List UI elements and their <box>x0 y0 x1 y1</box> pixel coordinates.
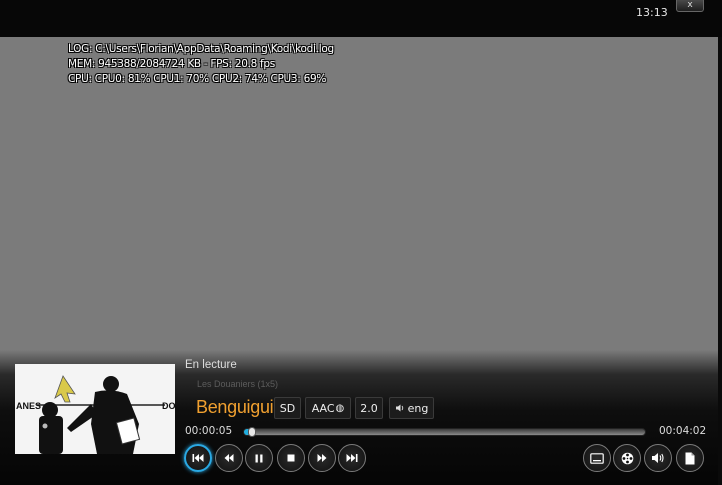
video-resolution-label: SD <box>279 401 296 415</box>
rewind-icon <box>224 454 234 462</box>
seek-bar[interactable] <box>243 427 646 437</box>
video-resolution-badge: SD <box>274 397 301 419</box>
debug-overlay: LOG: C:\Users\Florian\AppData\Roaming\Ko… <box>68 42 334 87</box>
fast-forward-button[interactable] <box>308 444 336 472</box>
fast-forward-icon <box>317 454 327 462</box>
thumbnail-text-left: ANES <box>16 401 41 411</box>
debug-mem-line: MEM: 945388/2084724 KB - FPS: 20.8 fps <box>68 58 275 70</box>
seek-bar-handle[interactable] <box>248 427 257 437</box>
audio-channels-badge: 2.0 <box>355 397 383 419</box>
previous-button[interactable] <box>184 444 212 472</box>
episode-title: Benguigui <box>196 397 274 417</box>
audio-channels-label: 2.0 <box>360 401 378 415</box>
elapsed-time: 00:00:05 <box>185 425 233 437</box>
close-button[interactable]: x <box>676 0 704 12</box>
audio-wave-icon: ◍ <box>335 402 345 414</box>
skip-next-icon <box>346 454 358 462</box>
top-bar: 13:13 x <box>0 0 722 37</box>
now-playing-label: En lecture <box>185 359 237 371</box>
stop-button[interactable] <box>277 444 305 472</box>
info-button[interactable] <box>676 444 704 472</box>
skip-previous-icon <box>192 454 204 462</box>
episode-thumbnail: ANES DO <box>15 364 175 454</box>
subtitles-button[interactable] <box>583 444 611 472</box>
window-edge <box>718 37 722 485</box>
audio-language-label: eng <box>407 401 429 415</box>
audio-codec-badge: AAC ◍ <box>305 397 351 419</box>
pause-button[interactable] <box>245 444 273 472</box>
show-episode-label: Les Douaniers (1x5) <box>197 379 279 389</box>
speaker-icon <box>652 453 664 463</box>
rewind-button[interactable] <box>215 444 243 472</box>
total-time: 00:04:02 <box>659 425 707 437</box>
pause-icon <box>255 454 263 462</box>
debug-cpu-line: CPU: CPU0: 81% CPU1: 70% CPU2: 74% CPU3:… <box>68 73 327 85</box>
audio-codec-label: AAC <box>311 401 335 415</box>
film-reel-icon <box>621 452 633 464</box>
clock: 13:13 <box>636 6 668 19</box>
audio-language-badge: eng <box>389 397 434 419</box>
video-settings-button[interactable] <box>613 444 641 472</box>
debug-log-line: LOG: C:\Users\Florian\AppData\Roaming\Ko… <box>68 43 334 55</box>
speaker-small-icon <box>395 404 403 412</box>
stop-icon <box>287 454 295 462</box>
document-icon <box>685 452 695 464</box>
thumbnail-text-right: DO <box>162 401 175 411</box>
audio-settings-button[interactable] <box>644 444 672 472</box>
subtitles-icon <box>590 452 604 464</box>
next-button[interactable] <box>338 444 366 472</box>
